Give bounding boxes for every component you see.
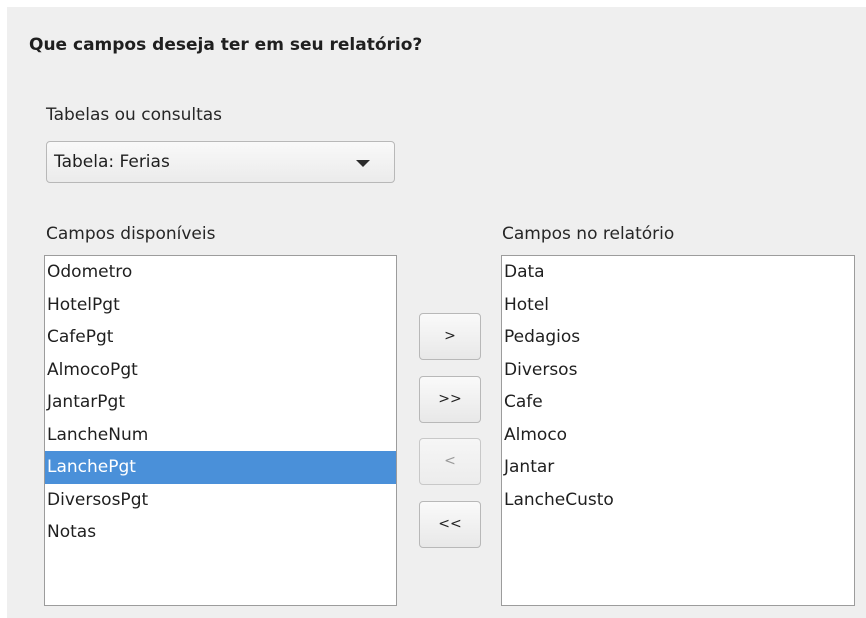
available-field-item[interactable]: Odometro (45, 256, 396, 289)
report-field-item[interactable]: Hotel (502, 289, 854, 322)
available-field-item[interactable]: CafePgt (45, 321, 396, 354)
available-fields-label: Campos disponíveis (46, 224, 216, 244)
report-field-item[interactable]: Cafe (502, 386, 854, 419)
available-field-item[interactable]: Notas (45, 516, 396, 549)
report-field-item[interactable]: Diversos (502, 354, 854, 387)
available-field-item[interactable]: JantarPgt (45, 386, 396, 419)
report-fields-dialog: Que campos deseja ter em seu relatório? … (7, 7, 866, 618)
table-select[interactable]: Tabela: Ferias (46, 141, 395, 183)
available-field-item[interactable]: HotelPgt (45, 289, 396, 322)
report-field-item[interactable]: Almoco (502, 419, 854, 452)
table-select-value: Tabela: Ferias (54, 152, 170, 172)
available-field-item-selected[interactable]: LanchePgt (45, 451, 396, 484)
available-field-item[interactable]: LancheNum (45, 419, 396, 452)
report-fields-list[interactable]: Data Hotel Pedagios Diversos Cafe Almoco… (501, 255, 855, 606)
chevron-down-icon[interactable] (356, 160, 370, 167)
add-all-fields-button[interactable]: >> (419, 376, 481, 423)
remove-field-button[interactable]: < (419, 438, 481, 485)
available-fields-list[interactable]: Odometro HotelPgt CafePgt AlmocoPgt Jant… (44, 255, 397, 606)
report-field-item[interactable]: Data (502, 256, 854, 289)
page-title: Que campos deseja ter em seu relatório? (29, 35, 423, 55)
tables-label: Tabelas ou consultas (46, 105, 223, 125)
report-fields-label: Campos no relatório (502, 224, 675, 244)
remove-all-fields-button[interactable]: << (419, 501, 481, 548)
add-field-button[interactable]: > (419, 313, 481, 360)
available-field-item[interactable]: AlmocoPgt (45, 354, 396, 387)
report-field-item[interactable]: LancheCusto (502, 484, 854, 517)
report-field-item[interactable]: Jantar (502, 451, 854, 484)
report-field-item[interactable]: Pedagios (502, 321, 854, 354)
available-field-item[interactable]: DiversosPgt (45, 484, 396, 517)
